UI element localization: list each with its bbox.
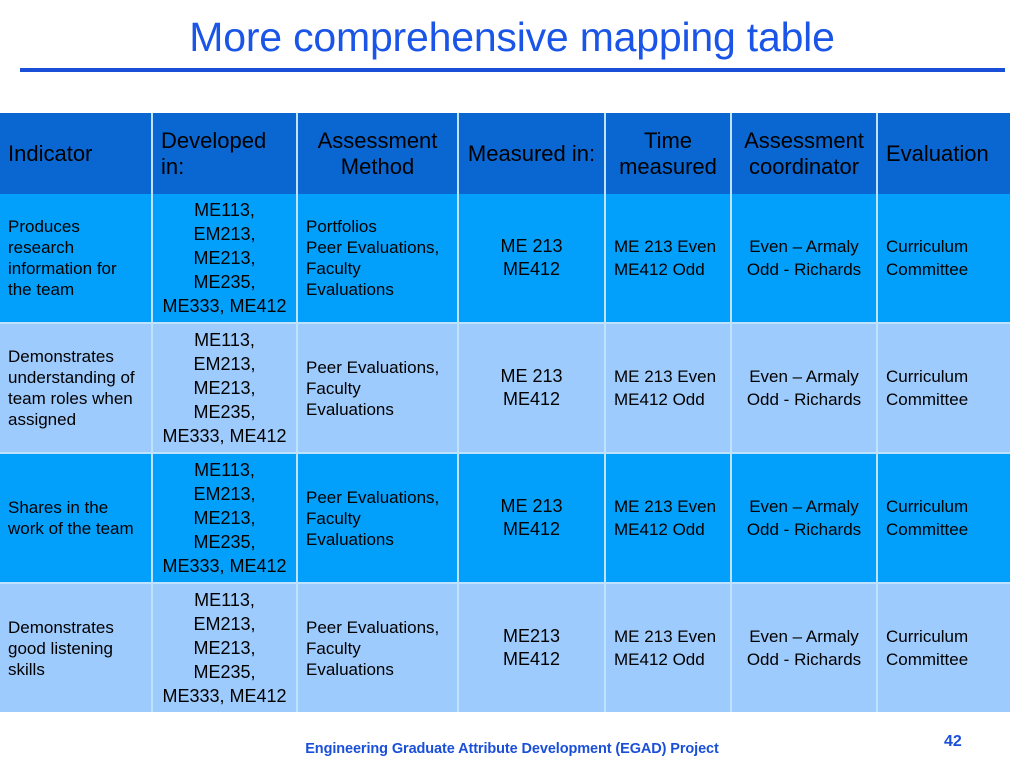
cell-text: Peer Evaluations, Faculty Evaluations xyxy=(306,617,440,679)
table-row: Produces research information for the te… xyxy=(0,194,1010,324)
cell-text: Even – Armaly Odd - Richards xyxy=(746,367,862,409)
cell-assessment-coordinator: Even – Armaly Odd - Richards xyxy=(731,453,878,584)
cell-text: Peer Evaluations, Faculty Evaluations xyxy=(306,487,440,549)
cell-text: Even – Armaly Odd - Richards xyxy=(746,237,862,279)
cell-assessment-method: Peer Evaluations, Faculty Evaluations xyxy=(297,583,459,712)
cell-text: ME 213 Even ME412 Odd xyxy=(614,497,717,539)
cell-text: Peer Evaluations, Faculty Evaluations xyxy=(306,357,440,419)
cell-text: ME113, EM213, ME213, ME235, ME333, ME412 xyxy=(162,200,287,316)
cell-measured-in: ME 213 ME412 xyxy=(458,453,606,584)
table-row: Demonstrates understanding of team roles… xyxy=(0,323,1010,454)
column-header-assessment-coordinator: Assessment coordinator xyxy=(731,113,878,194)
cell-text: ME113, EM213, ME213, ME235, ME333, ME412 xyxy=(162,330,287,446)
cell-developed-in: ME113, EM213, ME213, ME235, ME333, ME412 xyxy=(152,453,298,584)
cell-evaluation: Curriculum Committee xyxy=(877,323,1010,454)
column-header-measured-in: Measured in: xyxy=(458,113,606,194)
column-header-developed-in: Developed in: xyxy=(152,113,298,194)
table-row: Demonstrates good listening skills ME113,… xyxy=(0,583,1010,712)
cell-assessment-coordinator: Even – Armaly Odd - Richards xyxy=(731,323,878,454)
cell-indicator: Produces research information for the te… xyxy=(0,194,153,324)
cell-text: Curriculum Committee xyxy=(886,627,969,669)
cell-indicator: Shares in the work of the team xyxy=(0,453,153,584)
cell-text: ME 213 ME412 xyxy=(500,366,563,409)
cell-text: Demonstrates understanding of team roles… xyxy=(8,347,135,429)
cell-text: Even – Armaly Odd - Richards xyxy=(746,627,862,669)
cell-measured-in: ME 213 ME412 xyxy=(458,323,606,454)
cell-text: ME 213 Even ME412 Odd xyxy=(614,367,717,409)
cell-assessment-coordinator: Even – Armaly Odd - Richards xyxy=(731,194,878,324)
cell-text: Portfolios Peer Evaluations, Faculty Eva… xyxy=(306,217,440,299)
column-header-indicator: Indicator xyxy=(0,113,153,194)
cell-text: Curriculum Committee xyxy=(886,367,969,409)
column-header-time-measured: Time measured xyxy=(605,113,732,194)
page-title: More comprehensive mapping table xyxy=(189,14,835,60)
cell-evaluation: Curriculum Committee xyxy=(877,583,1010,712)
cell-text: ME 213 ME412 xyxy=(500,496,563,539)
cell-text: Even – Armaly Odd - Richards xyxy=(746,497,862,539)
cell-evaluation: Curriculum Committee xyxy=(877,453,1010,584)
cell-text: Produces research information for the te… xyxy=(8,217,117,299)
mapping-table: Indicator Developed in: Assessment Metho… xyxy=(0,113,1010,712)
cell-text: ME 213 Even ME412 Odd xyxy=(614,237,717,279)
column-header-assessment-method: Assessment Method xyxy=(297,113,459,194)
footer-project-label: Engineering Graduate Attribute Developme… xyxy=(305,741,719,757)
cell-text: ME 213 ME412 xyxy=(500,236,563,279)
cell-assessment-method: Portfolios Peer Evaluations, Faculty Eva… xyxy=(297,194,459,324)
cell-measured-in: ME 213 ME412 xyxy=(458,194,606,324)
cell-indicator: Demonstrates good listening skills xyxy=(0,583,153,712)
slide-number: 42 xyxy=(944,733,962,750)
cell-measured-in: ME213 ME412 xyxy=(458,583,606,712)
cell-indicator: Demonstrates understanding of team roles… xyxy=(0,323,153,454)
cell-time-measured: ME 213 Even ME412 Odd xyxy=(605,583,732,712)
cell-assessment-method: Peer Evaluations, Faculty Evaluations xyxy=(297,323,459,454)
cell-text: Curriculum Committee xyxy=(886,237,969,279)
column-header-evaluation: Evaluation xyxy=(877,113,1010,194)
cell-developed-in: ME113, EM213, ME213, ME235, ME333, ME412 xyxy=(152,194,298,324)
title-underline-rule xyxy=(20,68,1005,72)
cell-evaluation: Curriculum Committee xyxy=(877,194,1010,324)
cell-assessment-coordinator: Even – Armaly Odd - Richards xyxy=(731,583,878,712)
cell-text: ME113, EM213, ME213, ME235, ME333, ME412 xyxy=(162,460,287,576)
cell-assessment-method: Peer Evaluations, Faculty Evaluations xyxy=(297,453,459,584)
cell-time-measured: ME 213 Even ME412 Odd xyxy=(605,323,732,454)
cell-text: Curriculum Committee xyxy=(886,497,969,539)
cell-time-measured: ME 213 Even ME412 Odd xyxy=(605,194,732,324)
cell-time-measured: ME 213 Even ME412 Odd xyxy=(605,453,732,584)
cell-text: ME 213 Even ME412 Odd xyxy=(614,627,717,669)
table-header-row: Indicator Developed in: Assessment Metho… xyxy=(0,113,1010,194)
cell-text: Demonstrates good listening skills xyxy=(8,617,114,679)
cell-text: ME213 ME412 xyxy=(502,626,561,669)
cell-developed-in: ME113, EM213, ME213, ME235, ME333, ME412 xyxy=(152,323,298,454)
cell-developed-in: ME113, EM213, ME213, ME235, ME333, ME412 xyxy=(152,583,298,712)
table-row: Shares in the work of the team ME113, EM2… xyxy=(0,453,1010,584)
cell-text: Shares in the work of the team xyxy=(8,498,134,538)
cell-text: ME113, EM213, ME213, ME235, ME333, ME412 xyxy=(162,590,287,706)
